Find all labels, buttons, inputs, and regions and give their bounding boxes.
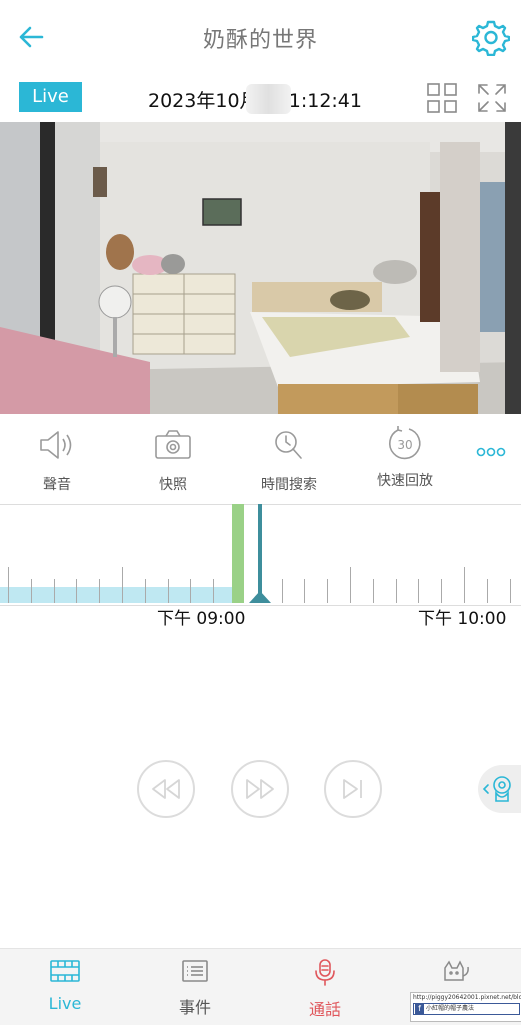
quick-replay-control[interactable]: 30 快速回放 xyxy=(360,426,450,490)
nav-talk[interactable]: 通話 xyxy=(285,958,365,1020)
nav-live[interactable]: Live xyxy=(25,958,105,1013)
room-scene-image xyxy=(0,122,521,414)
film-icon xyxy=(50,960,80,982)
timeline-tick xyxy=(350,567,351,603)
timeline-tick xyxy=(8,567,9,603)
pets-icon xyxy=(444,960,469,981)
fullscreen-icon[interactable] xyxy=(476,82,508,114)
sound-control[interactable]: 聲音 xyxy=(12,428,102,494)
grid-view-icon[interactable] xyxy=(426,82,458,114)
timeline-tick xyxy=(418,579,420,603)
camera-list-icon xyxy=(482,776,511,802)
timeline-label-10pm: 下午 10:00 xyxy=(418,609,507,629)
watermark-name-box: f 小紅帽的帽子農法 xyxy=(413,1003,520,1015)
nav-live-label: Live xyxy=(48,994,82,1013)
fast-forward-icon xyxy=(246,779,274,799)
nav-pets[interactable] xyxy=(416,958,496,988)
rewind-button[interactable] xyxy=(137,760,195,818)
time-search-control[interactable]: 時間搜索 xyxy=(244,428,334,494)
page-title: 奶酥的世界 xyxy=(202,28,318,53)
timeline-tick xyxy=(144,579,146,603)
nav-events-label: 事件 xyxy=(178,998,211,1017)
quick-replay-label: 快速回放 xyxy=(377,473,433,489)
timeline-tick xyxy=(281,579,283,603)
gear-icon[interactable] xyxy=(472,18,510,56)
timeline-tick xyxy=(441,579,443,603)
timeline-tick xyxy=(76,579,78,603)
timeline-label-9pm: 下午 09:00 xyxy=(157,609,246,629)
search-time-icon xyxy=(275,431,302,459)
more-options-icon[interactable] xyxy=(476,446,506,458)
watermark-name: 小紅帽的帽子農法 xyxy=(426,1005,475,1012)
timeline-tick xyxy=(395,579,397,603)
fast-forward-button[interactable] xyxy=(231,760,289,818)
blog-watermark: http://piggy20642001.pixnet.net/blog f 小… xyxy=(410,992,521,1022)
camera-video-feed[interactable] xyxy=(0,122,521,414)
list-icon xyxy=(182,960,208,982)
redacted-date-patch xyxy=(246,84,291,114)
camera-icon xyxy=(155,430,191,459)
skip-next-button[interactable] xyxy=(324,760,382,818)
facebook-icon: f xyxy=(415,1004,424,1014)
timeline-tick xyxy=(486,579,488,603)
timeline-cursor[interactable] xyxy=(258,504,262,596)
timeline-tick xyxy=(372,579,374,603)
live-badge: Live xyxy=(19,82,82,112)
camera-drawer-tab[interactable] xyxy=(478,765,521,813)
timeline-tick xyxy=(327,579,329,603)
event-marker[interactable] xyxy=(232,504,244,603)
timeline-tick xyxy=(30,579,32,603)
nav-events[interactable]: 事件 xyxy=(155,958,235,1018)
timeline-tick xyxy=(509,579,511,603)
replay-seconds: 30 xyxy=(397,438,412,452)
speaker-icon xyxy=(40,431,72,459)
timeline-cursor-handle[interactable] xyxy=(249,591,271,603)
microphone-icon xyxy=(315,959,335,986)
time-search-label: 時間搜索 xyxy=(261,477,317,493)
sound-label: 聲音 xyxy=(43,477,71,493)
replay-30-icon: 30 xyxy=(388,426,421,460)
rewind-icon xyxy=(152,779,180,799)
skip-next-icon xyxy=(343,779,362,799)
timeline-tick xyxy=(167,579,169,603)
timeline-tick xyxy=(304,579,306,603)
nav-talk-label: 通話 xyxy=(308,1000,341,1019)
snapshot-control[interactable]: 快照 xyxy=(128,428,218,494)
snapshot-label: 快照 xyxy=(159,477,187,493)
timeline-tick xyxy=(122,567,123,603)
timeline-tick xyxy=(53,579,55,603)
timeline-tick xyxy=(190,579,192,603)
timeline-tick xyxy=(213,579,215,603)
timeline-tick xyxy=(464,567,465,603)
watermark-url: http://piggy20642001.pixnet.net/blog xyxy=(413,994,521,1001)
timeline-tick xyxy=(99,579,101,603)
